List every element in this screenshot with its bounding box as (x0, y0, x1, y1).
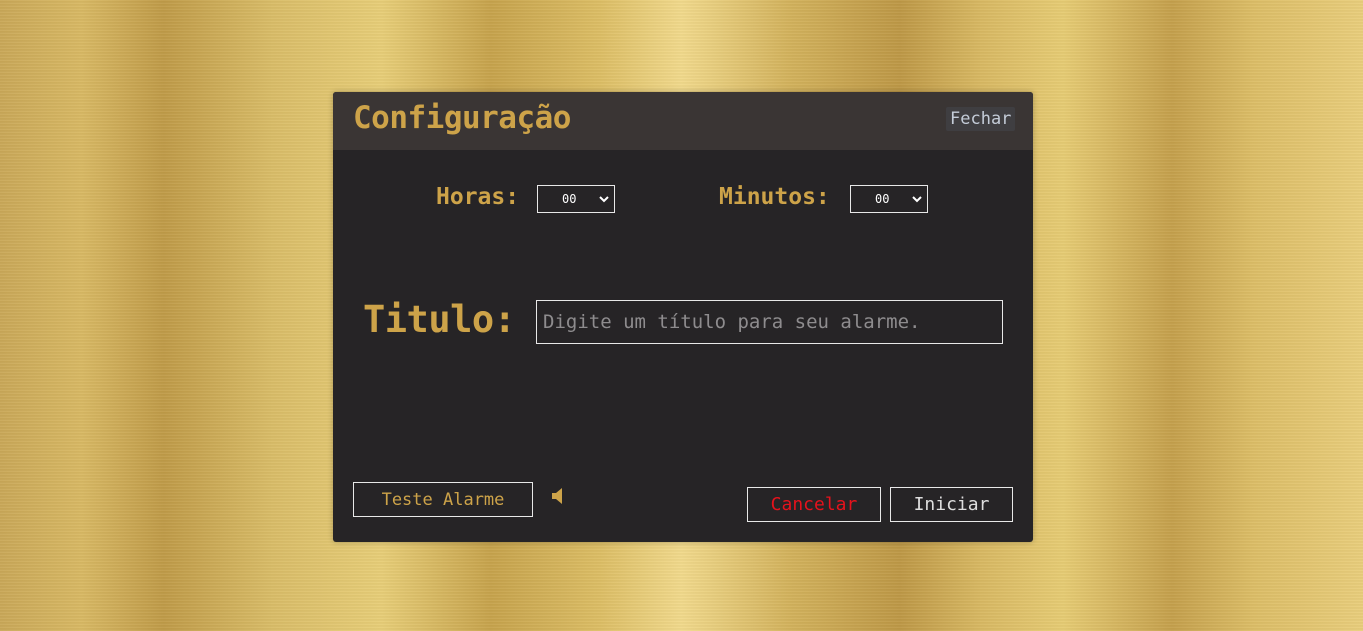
title-label: Titulo: (363, 298, 516, 341)
minutes-select[interactable]: 00 (850, 185, 928, 213)
test-alarm-button[interactable]: Teste Alarme (353, 482, 533, 517)
config-modal: Configuração Fechar Horas: 00 Minutos: 0… (333, 92, 1033, 542)
title-input[interactable] (536, 300, 1003, 344)
start-button[interactable]: Iniciar (890, 487, 1013, 522)
close-button[interactable]: Fechar (946, 107, 1016, 131)
chevron-down-icon (912, 196, 922, 203)
cancel-button[interactable]: Cancelar (747, 487, 881, 522)
hours-select-value: 00 (562, 192, 577, 206)
hours-select[interactable]: 00 (537, 185, 615, 213)
modal-title: Configuração (353, 100, 571, 136)
modal-header: Configuração Fechar (333, 92, 1033, 150)
chevron-down-icon (599, 196, 609, 203)
minutes-select-value: 00 (875, 192, 890, 206)
hours-label: Horas: (436, 184, 520, 210)
minutes-label: Minutos: (719, 184, 830, 210)
speaker-icon[interactable] (551, 487, 567, 505)
